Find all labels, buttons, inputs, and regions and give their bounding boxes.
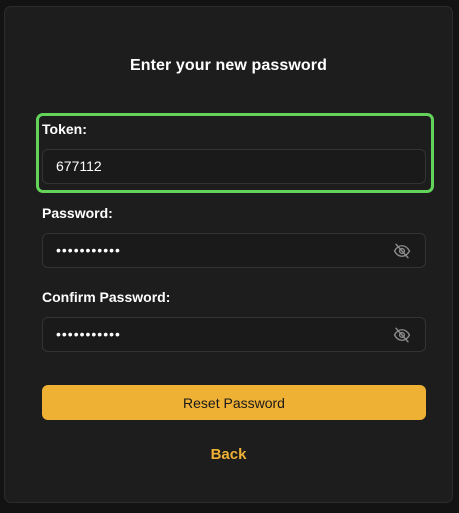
reset-password-card: Enter your new password Token: 677112 Pa… bbox=[4, 6, 453, 503]
password-value: ••••••••••• bbox=[56, 242, 121, 258]
eye-off-icon[interactable] bbox=[393, 326, 411, 344]
eye-off-icon[interactable] bbox=[393, 242, 411, 260]
reset-password-button[interactable]: Reset Password bbox=[42, 385, 426, 420]
back-link[interactable]: Back bbox=[5, 446, 452, 463]
page-title: Enter your new password bbox=[129, 57, 327, 74]
token-value: 677112 bbox=[56, 158, 102, 174]
password-field[interactable]: ••••••••••• bbox=[42, 233, 426, 268]
password-label: Password: bbox=[42, 205, 113, 221]
token-field[interactable]: 677112 bbox=[42, 149, 426, 184]
token-label: Token: bbox=[42, 121, 87, 137]
confirm-password-value: ••••••••••• bbox=[56, 326, 121, 342]
confirm-password-field[interactable]: ••••••••••• bbox=[42, 317, 426, 352]
confirm-password-label: Confirm Password: bbox=[42, 289, 171, 305]
